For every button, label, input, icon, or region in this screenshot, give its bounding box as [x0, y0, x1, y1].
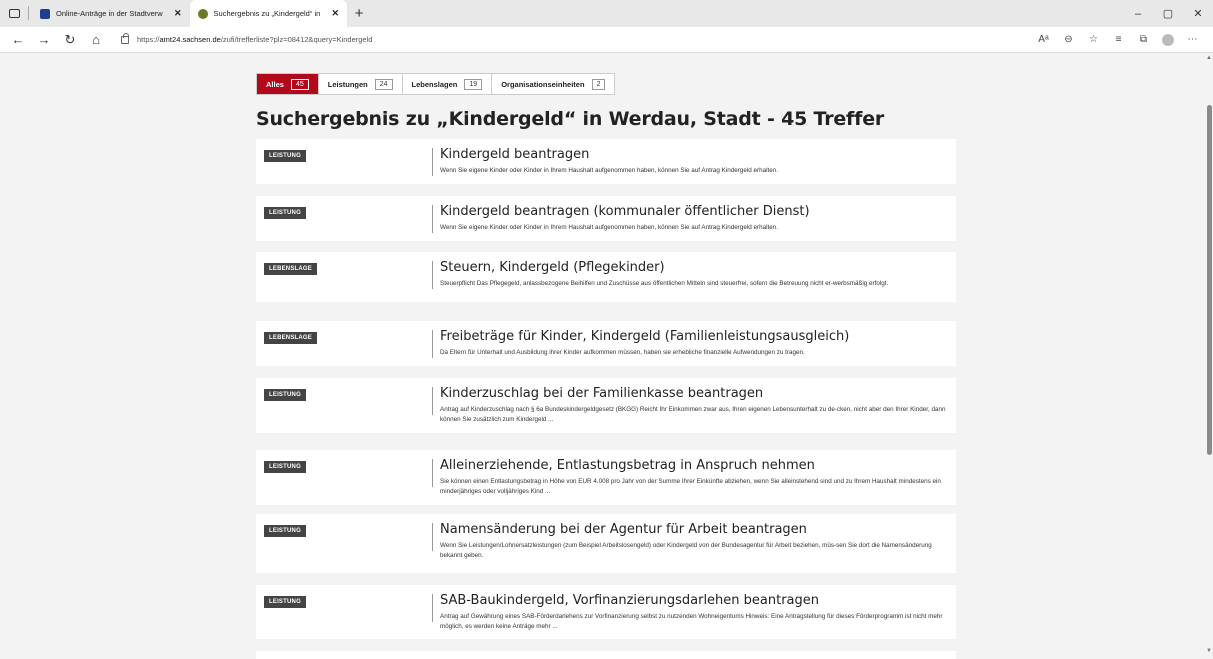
url-path: /zufi/trefferliste?plz=08412&query=Kinde… [220, 35, 373, 44]
forward-arrow-icon[interactable]: → [31, 27, 57, 53]
result-divider [432, 523, 433, 551]
result-divider [432, 594, 433, 622]
filter-tab-count: 19 [464, 78, 483, 90]
result-divider [432, 330, 433, 358]
result-item[interactable]: LEISTUNG Namensänderung bei der Agentur … [256, 514, 956, 573]
filter-tab-label: Leistungen [327, 79, 368, 89]
result-item-partial[interactable] [256, 651, 956, 659]
result-divider [432, 459, 433, 487]
result-item[interactable]: LEISTUNG Alleinerziehende, Entlastungsbe… [256, 450, 956, 505]
result-type-badge: LEISTUNG [264, 525, 306, 537]
result-title-link[interactable]: Kindergeld beantragen (kommunaler öffent… [440, 204, 810, 219]
result-type-badge: LEISTUNG [264, 596, 306, 608]
result-title-link[interactable]: Freibeträge für Kinder, Kindergeld (Fami… [440, 329, 849, 344]
tab-separator [28, 6, 29, 20]
browser-tab-1[interactable]: Online-Anträge in der Stadtverw ✕ [32, 0, 190, 27]
tab-close-icon[interactable]: ✕ [174, 8, 182, 19]
result-description: Steuerpflicht Das Pflegegeld, anlassbezo… [440, 280, 889, 287]
browser-tab-bar: Online-Anträge in der Stadtverw ✕ Sucher… [0, 0, 1213, 27]
collections-icon[interactable]: ⧉ [1131, 27, 1156, 53]
result-item[interactable]: LEBENSLAGE Freibeträge für Kinder, Kinde… [256, 321, 956, 366]
filter-tab-lebenslagen[interactable]: Lebenslagen 19 [403, 74, 493, 94]
tab-actions-icon[interactable] [0, 0, 28, 27]
result-description: Antrag auf Gewährung eines SAB-Förderdar… [440, 613, 943, 630]
filter-tab-count: 2 [591, 78, 606, 90]
filter-tab-label: Alles [266, 79, 284, 89]
filter-tabs: Alles 45 Leistungen 24 Lebenslagen 19 Or… [256, 73, 616, 95]
result-title-link[interactable]: Steuern, Kindergeld (Pflegekinder) [440, 260, 665, 275]
result-title-link[interactable]: Kinderzuschlag bei der Familienkasse bea… [440, 386, 763, 401]
scroll-up-icon[interactable]: ▲ [1206, 55, 1212, 61]
result-type-badge: LEBENSLAGE [264, 263, 318, 275]
result-item[interactable]: LEISTUNG SAB-Baukindergeld, Vorfinanzier… [256, 585, 956, 639]
scroll-down-icon[interactable]: ▼ [1206, 648, 1212, 654]
result-item[interactable]: LEISTUNG Kindergeld beantragen (kommunal… [256, 196, 956, 241]
favicon-icon [197, 8, 208, 19]
profile-avatar[interactable] [1162, 33, 1174, 46]
result-divider [432, 148, 433, 176]
url-field[interactable]: https://amt24.sachsen.de/zufi/trefferlis… [121, 32, 981, 44]
back-arrow-icon[interactable]: ← [5, 27, 31, 53]
scrollbar-thumb[interactable] [1207, 105, 1212, 455]
result-divider [432, 261, 433, 289]
result-item[interactable]: LEISTUNG Kinderzuschlag bei der Familien… [256, 378, 956, 433]
result-description: Wenn Sie eigene Kinder oder Kinder in Ih… [440, 167, 779, 174]
home-icon[interactable]: ⌂ [83, 27, 109, 53]
filter-tab-alles[interactable]: Alles 45 [257, 74, 319, 94]
result-description: Wenn Sie eigene Kinder oder Kinder in Ih… [440, 224, 779, 231]
read-aloud-icon[interactable]: Aᵃ [1031, 27, 1056, 53]
maximize-button[interactable]: ▢ [1153, 0, 1183, 27]
result-description: Wenn Sie Leistungen/Lohnersatzleistungen… [440, 542, 932, 559]
result-type-badge: LEISTUNG [264, 150, 306, 162]
filter-tab-count: 45 [290, 78, 309, 90]
result-type-badge: LEBENSLAGE [264, 332, 318, 344]
result-description: Da Eltern für Unterhalt und Ausbildung i… [440, 349, 805, 356]
browser-tab-2[interactable]: Suchergebnis zu „Kindergeld“ in ✕ [189, 0, 348, 27]
close-window-button[interactable]: ✕ [1183, 0, 1213, 27]
browser-toolbar: Aᵃ ⊖ ☆ ≡ ⧉ ⋯ [1031, 27, 1205, 53]
window-controls: – ▢ ✕ [1123, 0, 1213, 27]
filter-tab-leistungen[interactable]: Leistungen 24 [319, 74, 403, 94]
filter-tab-organisationseinheiten[interactable]: Organisationseinheiten 2 [492, 74, 614, 94]
favicon-icon [40, 8, 50, 19]
filter-tab-label: Lebenslagen [411, 79, 458, 89]
more-menu-icon[interactable]: ⋯ [1180, 27, 1205, 53]
filter-tab-count: 24 [374, 78, 393, 90]
result-title-link[interactable]: Namensänderung bei der Agentur für Arbei… [440, 522, 807, 537]
result-type-badge: LEISTUNG [264, 207, 306, 219]
zoom-icon[interactable]: ⊖ [1056, 27, 1081, 53]
new-tab-button[interactable]: + [347, 0, 371, 27]
refresh-icon[interactable]: ↻ [57, 27, 83, 53]
result-divider [432, 205, 433, 233]
result-type-badge: LEISTUNG [264, 389, 306, 401]
minimize-button[interactable]: – [1123, 0, 1153, 27]
result-item[interactable]: LEBENSLAGE Steuern, Kindergeld (Pflegeki… [256, 252, 956, 302]
page-title: Suchergebnis zu „Kindergeld“ in Werdau, … [256, 108, 885, 130]
result-divider [432, 387, 433, 415]
result-item[interactable]: LEISTUNG Kindergeld beantragen Wenn Sie … [256, 139, 956, 184]
result-title-link[interactable]: Alleinerziehende, Entlastungsbetrag in A… [440, 458, 815, 473]
result-type-badge: LEISTUNG [264, 461, 306, 473]
favorites-icon[interactable]: ≡ [1106, 27, 1131, 53]
tab-close-icon[interactable]: ✕ [332, 8, 340, 19]
url-prefix: https:// [137, 35, 160, 44]
tab-title: Suchergebnis zu „Kindergeld“ in [213, 9, 321, 18]
address-bar: ← → ↻ ⌂ https://amt24.sachsen.de/zufi/tr… [0, 27, 1213, 53]
filter-tab-label: Organisationseinheiten [501, 79, 585, 89]
result-title-link[interactable]: Kindergeld beantragen [440, 147, 589, 162]
add-favorite-icon[interactable]: ☆ [1081, 27, 1106, 53]
tab-title: Online-Anträge in der Stadtverw [56, 9, 163, 18]
url-host: amt24.sachsen.de [159, 35, 221, 44]
lock-icon[interactable] [121, 32, 129, 44]
result-description: Sie können einen Entlastungsbetrag in Hö… [440, 478, 941, 495]
result-description: Antrag auf Kinderzuschlag nach § 6a Bund… [440, 406, 946, 423]
result-title-link[interactable]: SAB-Baukindergeld, Vorfinanzierungsdarle… [440, 593, 819, 608]
